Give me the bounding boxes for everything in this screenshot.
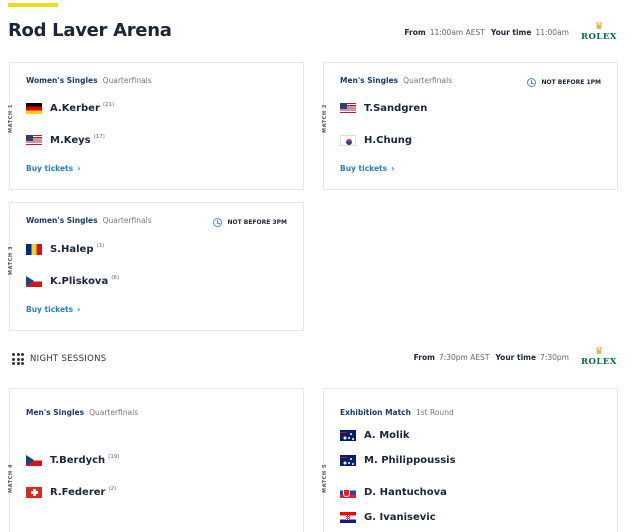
match-card-1: MATCH 1 Women's Singles Quarterfinals A.K… <box>8 62 304 190</box>
player-seed: (17) <box>93 133 105 140</box>
clock-icon <box>213 218 223 227</box>
match-card-5: MATCH 5 Exhibition Match 1st Round A. Mol… <box>322 388 618 532</box>
czech-flag-icon <box>26 276 42 287</box>
buy-tickets-link[interactable]: Buy tickets › <box>340 164 394 173</box>
player-name: M. Philippoussis <box>364 455 456 466</box>
player-row: T.Berdych (19) <box>26 453 120 466</box>
match-event: Exhibition Match 1st Round <box>340 408 454 417</box>
player-row: M. Philippoussis <box>340 455 456 466</box>
player-row: G. Ivanisevic <box>340 512 436 523</box>
player-row: R.Federer (2) <box>26 485 117 498</box>
not-before-badge: NOT BEFORE 1PM <box>527 78 601 87</box>
from-label: From <box>404 27 426 37</box>
rolex-logo: ♛ ROLEX <box>580 346 617 368</box>
germany-flag-icon <box>26 103 42 114</box>
match-label: MATCH 1 <box>8 103 14 133</box>
player-name: T.Berdych <box>50 455 106 466</box>
player-row: A.Kerber (21) <box>26 101 115 114</box>
player-row: H.Chung <box>340 135 412 146</box>
player-name: A.Kerber <box>50 103 100 114</box>
australia-flag-icon <box>340 455 356 466</box>
player-row: M.Keys (17) <box>26 133 105 146</box>
player-seed: (6) <box>111 274 119 281</box>
player-name: M.Keys <box>50 135 91 146</box>
rolex-logo: ♛ ROLEX <box>580 21 617 43</box>
player-seed: (21) <box>102 101 115 108</box>
crown-icon: ♛ <box>594 21 604 32</box>
match-label: MATCH 3 <box>8 245 14 275</box>
night-sessions-title: NIGHT SESSIONS <box>12 353 106 365</box>
buy-tickets-link[interactable]: Buy tickets › <box>26 164 80 173</box>
match-card-4: MATCH 4 Men's Singles Quarterfinals T.Ber… <box>8 388 304 532</box>
usa-flag-icon <box>26 135 42 146</box>
not-before-badge: NOT BEFORE 3PM <box>213 218 287 227</box>
your-time-value: 11:00am <box>535 27 569 37</box>
match-card-2: MATCH 2 Men's Singles Quarterfinals NOT B… <box>322 62 618 190</box>
south-korea-flag-icon <box>340 135 356 146</box>
usa-flag-icon <box>340 103 356 114</box>
slovakia-flag-icon <box>340 487 356 498</box>
player-row: D. Hantuchova <box>340 487 447 498</box>
match-label: MATCH 2 <box>322 103 328 133</box>
player-row: A. Molik <box>340 430 410 441</box>
match-event: Men's Singles Quarterfinals <box>26 408 139 417</box>
match-label: MATCH 4 <box>8 463 14 493</box>
player-row: S.Halep (1) <box>26 242 105 255</box>
from-value: 11:00am AEST <box>429 27 485 37</box>
match-event: Men's Singles Quarterfinals <box>340 76 453 85</box>
court-title: Rod Laver Arena <box>8 20 172 41</box>
player-name: K.Pliskova <box>50 276 109 287</box>
croatia-flag-icon <box>340 512 356 523</box>
clock-icon <box>527 78 537 87</box>
buy-tickets-link[interactable]: Buy tickets › <box>26 305 80 314</box>
your-time-value: 7:30pm <box>540 352 569 362</box>
from-value: 7:30pm AEST <box>438 352 490 362</box>
match-card-3: MATCH 3 Women's Singles Quarterfinals NOT… <box>8 202 304 331</box>
player-seed: (19) <box>108 453 120 460</box>
player-row: K.Pliskova (6) <box>26 274 119 287</box>
chevron-right-icon: › <box>77 164 81 173</box>
chevron-right-icon: › <box>77 305 81 314</box>
player-name: A. Molik <box>364 430 410 441</box>
night-session-time: From 7:30pm AEST Your time 7:30pm ♛ ROLE… <box>413 346 617 368</box>
player-name: R.Federer <box>50 487 106 498</box>
switzerland-flag-icon <box>26 487 42 498</box>
czech-flag-icon <box>26 455 42 466</box>
chevron-right-icon: › <box>391 164 395 173</box>
player-seed: (1) <box>96 242 105 249</box>
match-event: Women's Singles Quarterfinals <box>26 216 152 225</box>
player-name: G. Ivanisevic <box>364 512 436 523</box>
stadium-lights-icon <box>12 353 24 365</box>
romania-flag-icon <box>26 244 42 255</box>
player-row: T.Sandgren <box>340 103 427 114</box>
day-session-time: From 11:00am AEST Your time 11:00am ♛ RO… <box>404 21 617 43</box>
crown-icon: ♛ <box>594 346 604 357</box>
player-seed: (2) <box>108 485 117 492</box>
player-name: S.Halep <box>50 244 94 255</box>
australia-flag-icon <box>340 430 356 441</box>
your-time-label: Your time <box>495 352 537 362</box>
player-name: D. Hantuchova <box>364 487 447 498</box>
from-label: From <box>413 352 435 362</box>
player-name: H.Chung <box>364 135 413 146</box>
your-time-label: Your time <box>490 27 532 37</box>
match-label: MATCH 5 <box>322 463 328 493</box>
accent-bar <box>8 3 58 7</box>
player-name: T.Sandgren <box>364 103 428 114</box>
match-event: Women's Singles Quarterfinals <box>26 76 152 85</box>
